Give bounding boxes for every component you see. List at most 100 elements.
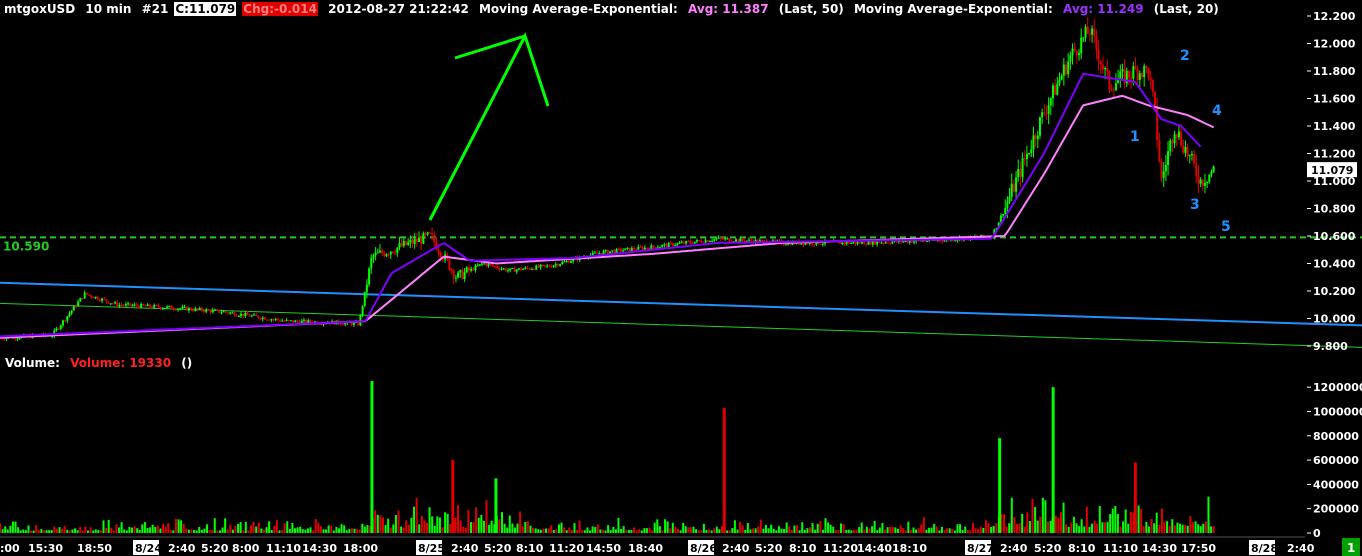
volume-bar[interactable] [557,524,560,533]
candle[interactable] [279,318,282,323]
volume-bar[interactable] [436,516,439,533]
candle[interactable] [632,245,635,252]
volume-bar[interactable] [1036,520,1039,533]
volume-bar[interactable] [32,530,35,533]
candle[interactable] [511,267,514,270]
volume-bar[interactable] [951,529,954,533]
volume-bar[interactable] [143,522,146,533]
candle[interactable] [548,264,551,268]
candle[interactable] [274,317,277,322]
candle[interactable] [854,242,857,246]
candle[interactable] [459,269,462,278]
volume-bar[interactable] [213,518,216,533]
candle[interactable] [843,242,846,247]
volume-bar[interactable] [741,525,744,533]
candle[interactable] [287,319,290,322]
candle[interactable] [253,313,256,316]
candle[interactable] [726,237,729,240]
volume-bar[interactable] [405,520,408,533]
candle[interactable] [457,270,460,279]
candle[interactable] [667,241,670,247]
volume-bar[interactable] [1147,526,1150,533]
interval-label[interactable]: 10 min [85,2,131,16]
volume-bar[interactable] [819,521,822,533]
volume-bar[interactable] [27,525,30,533]
volume-bar[interactable] [1179,523,1182,533]
candle[interactable] [598,250,601,255]
candle[interactable] [170,304,173,309]
candle[interactable] [90,294,93,299]
candle[interactable] [1114,73,1117,92]
candle[interactable] [415,233,418,247]
volume-bar[interactable] [927,527,930,533]
candle[interactable] [164,307,167,309]
volume-bar[interactable] [89,527,92,533]
candle[interactable] [1193,149,1196,168]
volume-bar[interactable] [827,522,830,533]
volume-bar[interactable] [50,530,53,533]
volume-bar[interactable] [886,527,889,533]
volume-bar[interactable] [1070,522,1073,533]
volume-bar[interactable] [30,530,33,533]
volume-bar[interactable] [325,529,328,533]
volume-bar[interactable] [242,530,245,533]
candle[interactable] [1017,159,1020,182]
volume-bar[interactable] [19,530,22,533]
volume-bar[interactable] [648,527,651,533]
volume-spike[interactable] [1051,387,1055,533]
volume-bar[interactable] [808,527,811,533]
volume-bar[interactable] [1083,526,1086,533]
candle[interactable] [526,265,529,270]
volume-bar[interactable] [200,529,203,533]
volume-bar[interactable] [912,527,915,533]
candle[interactable] [711,238,714,243]
volume-bar[interactable] [488,524,491,533]
volume-bar[interactable] [555,529,558,533]
volume-bar[interactable] [1202,523,1205,533]
volume-bar[interactable] [167,523,170,533]
volume-bar[interactable] [995,523,998,533]
candle[interactable] [59,324,62,331]
candle[interactable] [272,318,275,322]
candle[interactable] [1195,154,1198,184]
ma2-name[interactable]: Moving Average-Exponential: [854,2,1053,16]
volume-bar[interactable] [824,518,827,533]
candle[interactable] [1188,154,1191,164]
volume-bar[interactable] [454,517,457,533]
candle[interactable] [398,236,401,251]
volume-bar[interactable] [1078,526,1081,533]
volume-bar[interactable] [216,530,219,533]
volume-bar[interactable] [221,527,224,533]
volume-bar[interactable] [1116,513,1119,533]
candle[interactable] [159,306,162,310]
volume-bar[interactable] [446,513,449,533]
volume-bar[interactable] [868,528,871,533]
candle[interactable] [1088,28,1091,42]
candle[interactable] [637,244,640,250]
volume-bar[interactable] [387,518,390,533]
volume-bar[interactable] [22,529,25,533]
volume-bar[interactable] [638,529,641,533]
volume-bar[interactable] [1047,521,1050,533]
candle[interactable] [596,250,599,254]
volume-bar[interactable] [363,526,366,533]
volume-bar[interactable] [591,526,594,533]
volume-bar[interactable] [1088,526,1091,533]
volume-bar[interactable] [576,529,579,533]
candle[interactable] [1093,19,1096,44]
volume-bar[interactable] [953,530,956,533]
candle[interactable] [190,307,193,311]
candle[interactable] [179,307,182,311]
volume-bar[interactable] [974,528,977,533]
candle[interactable] [88,294,91,297]
candle[interactable] [645,247,648,250]
volume-bar[interactable] [397,510,400,533]
candle[interactable] [74,304,77,309]
volume-bar[interactable] [731,528,734,533]
candle[interactable] [1182,139,1185,155]
volume-bar[interactable] [425,522,428,533]
volume-bar[interactable] [609,530,612,533]
candle[interactable] [1047,97,1050,125]
candle[interactable] [1121,63,1124,80]
volume-bar[interactable] [244,521,247,533]
